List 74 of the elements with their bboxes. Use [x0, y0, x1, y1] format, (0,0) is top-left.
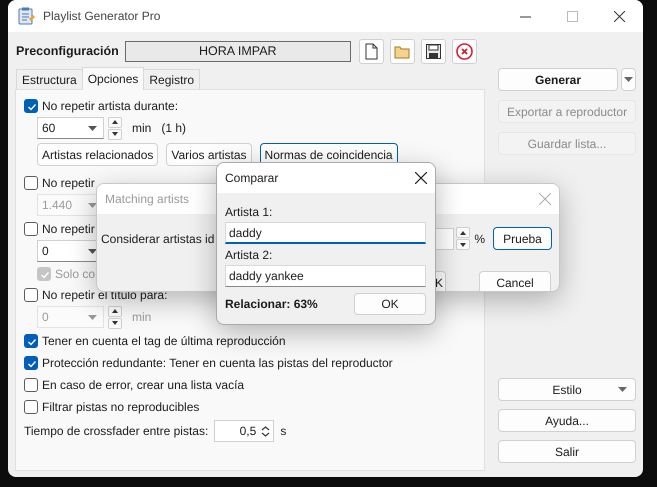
checkbox[interactable] [24, 222, 38, 236]
up-arrow-icon [460, 230, 466, 234]
checkbox[interactable] [24, 288, 38, 302]
style-dropdown[interactable]: Estilo [498, 378, 636, 401]
checkbox-label: Filtrar pistas no reproducibles [42, 400, 200, 414]
open-button[interactable] [390, 38, 415, 64]
checkbox-label: Solo co [55, 267, 96, 281]
spin-field[interactable]: 0,5 [214, 420, 274, 442]
test-button[interactable]: Prueba [493, 227, 552, 250]
checkbox[interactable] [24, 176, 38, 190]
dialog-label: Considerar artistas id [101, 232, 214, 246]
up-arrow-icon [112, 120, 118, 124]
down-arrow-icon [460, 242, 466, 246]
dropdown-arrow-icon [88, 248, 97, 254]
dropdown-arrow-icon [88, 126, 97, 130]
checkbox-label: No repetir [42, 176, 95, 190]
document-icon [362, 42, 380, 60]
up-arrow-icon [112, 309, 118, 313]
field-label: Artista 2: [225, 248, 274, 262]
close-icon [539, 193, 551, 205]
caret-icon [618, 387, 627, 392]
dropdown-arrow-icon [88, 314, 97, 320]
unit-label: s [280, 424, 286, 438]
action-button[interactable]: Ayuda... [498, 409, 636, 432]
tab[interactable]: Registro [143, 69, 200, 89]
combo-box[interactable]: 60 [37, 117, 104, 139]
action-button[interactable]: Salir [498, 440, 636, 463]
unit-label: min [132, 310, 152, 324]
match-result: Relacionar: 63% [225, 297, 318, 311]
artist-field[interactable]: daddy yankee [225, 265, 426, 287]
dialog-title: Matching artists [105, 192, 190, 206]
checkbox-label: En caso de error, crear una lista vacía [42, 378, 244, 392]
percent-label: % [474, 232, 485, 246]
spinner[interactable] [456, 227, 470, 250]
option-button[interactable]: Artistas relacionados [37, 143, 158, 166]
tab[interactable]: Estructura [16, 69, 83, 89]
close-icon[interactable] [614, 10, 625, 22]
checkbox[interactable] [24, 356, 38, 370]
checkbox[interactable] [24, 99, 38, 113]
unit-label: min [132, 121, 152, 135]
window-title: Playlist Generator Pro [43, 9, 162, 23]
preset-label: Preconfiguración [16, 44, 119, 58]
dropdown-arrow-icon [88, 202, 97, 208]
option-button[interactable]: Varios artistas [166, 143, 252, 166]
dialog-title: Comparar [225, 171, 278, 185]
app-icon [17, 7, 35, 25]
dropdown-button[interactable] [621, 68, 636, 91]
down-arrow-icon [112, 321, 118, 325]
checkbox[interactable] [24, 334, 38, 348]
checkbox-label: Tener en cuenta el tag de última reproducción [42, 334, 286, 348]
cancel-button[interactable]: Cancel [479, 271, 551, 291]
delete-icon [456, 42, 473, 60]
field-label: Artista 1: [225, 205, 274, 219]
duration-note: (1 h) [161, 121, 186, 135]
checkbox-label: No repetir [42, 222, 95, 236]
down-arrow-icon [112, 132, 118, 136]
spinner[interactable] [108, 116, 122, 140]
crossfade-label: Tiempo de crossfader entre pistas: [24, 424, 208, 438]
save-button[interactable] [420, 38, 446, 64]
preset-field[interactable]: HORA IMPAR [124, 40, 351, 62]
checkbox[interactable] [24, 378, 38, 392]
spinner[interactable] [108, 306, 122, 328]
ok-button[interactable]: OK [354, 293, 426, 315]
generate-button[interactable]: Generar [498, 68, 618, 91]
delete-button[interactable] [452, 38, 477, 64]
checkbox-label: Protección redundante: Tener en cuenta las pistas del reproductor [42, 356, 393, 370]
new-button[interactable] [358, 38, 384, 64]
checkbox[interactable] [24, 400, 38, 414]
artist-field[interactable]: daddy [225, 222, 426, 244]
caret-icon [624, 77, 633, 82]
checkbox-label: No repetir artista durante: [42, 99, 178, 113]
close-icon [415, 172, 427, 184]
up-down-arrows-icon [261, 426, 270, 436]
tab[interactable]: Opciones [82, 67, 144, 90]
